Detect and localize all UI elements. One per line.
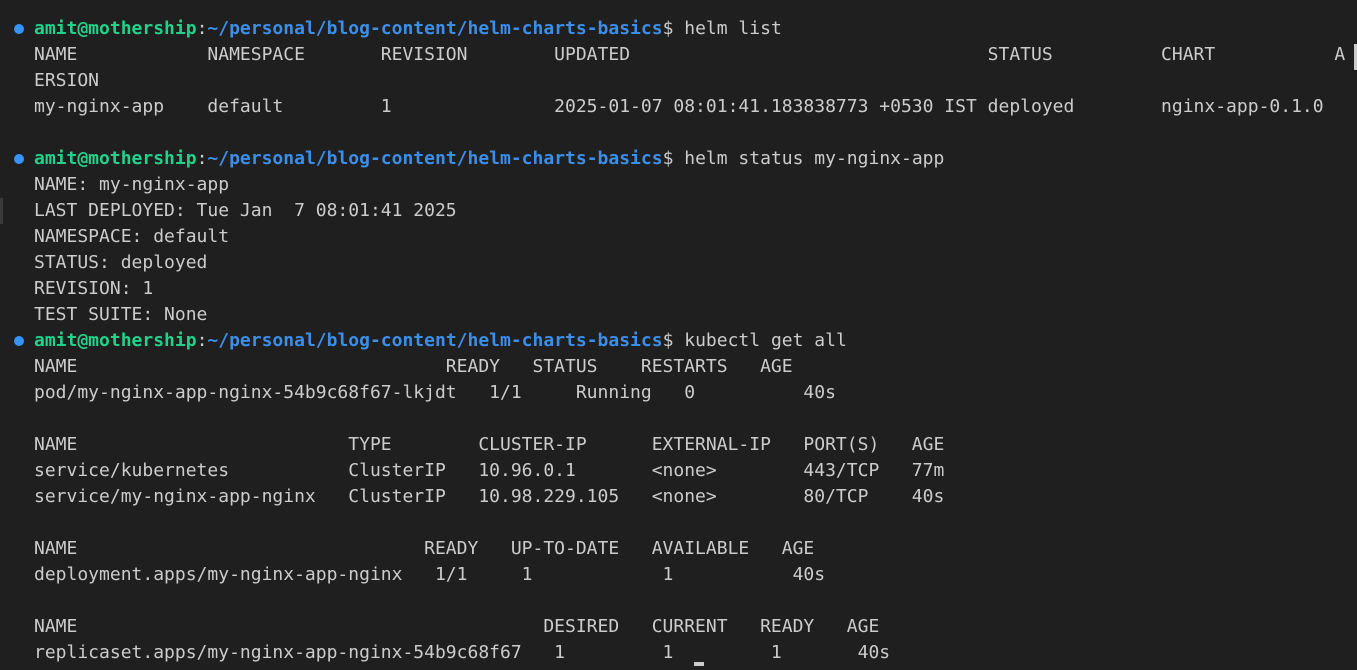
- prompt-path: ~/personal/blog-content/helm-charts-basi…: [207, 18, 663, 39]
- output-line: TEST SUITE: None: [0, 302, 1357, 328]
- gutter-marker: [0, 198, 3, 224]
- output-text: ERSION: [34, 70, 100, 91]
- output-line: NAME READY UP-TO-DATE AVAILABLE AGE: [0, 536, 1357, 562]
- output-line: NAME READY STATUS RESTARTS AGE: [0, 354, 1357, 380]
- output-line: NAME: my-nginx-app: [0, 172, 1357, 198]
- output-line: LAST DEPLOYED: Tue Jan 7 08:01:41 2025: [0, 198, 1357, 224]
- command-text: helm status my-nginx-app: [684, 148, 945, 169]
- prompt-path: ~/personal/blog-content/helm-charts-basi…: [207, 148, 663, 169]
- prompt-separator: :: [196, 330, 208, 351]
- prompt-separator: :: [196, 18, 208, 39]
- output-text: LAST DEPLOYED: Tue Jan 7 08:01:41 2025: [34, 200, 457, 221]
- output-text: REVISION: 1: [34, 278, 154, 299]
- output-text: pod/my-nginx-app-nginx-54b9c68f67-lkjdt …: [34, 382, 836, 403]
- output-line: replicaset.apps/my-nginx-app-nginx-54b9c…: [0, 640, 1357, 666]
- output-text: TEST SUITE: None: [34, 304, 208, 325]
- prompt-line: amit@mothership:~/personal/blog-content/…: [0, 146, 1357, 172]
- prompt-path: ~/personal/blog-content/helm-charts-basi…: [207, 330, 663, 351]
- prompt-line: amit@mothership:~/personal/blog-content/…: [0, 16, 1357, 42]
- prompt-user-host: amit@mothership: [34, 330, 197, 351]
- prompt-symbol: $: [662, 18, 685, 39]
- terminal-output[interactable]: amit@mothership:~/personal/blog-content/…: [0, 16, 1357, 666]
- prompt-user-host: amit@mothership: [34, 148, 197, 169]
- output-text: NAME READY STATUS RESTARTS AGE: [34, 356, 793, 377]
- prompt-user-host: amit@mothership: [34, 18, 197, 39]
- output-text: NAME TYPE CLUSTER-IP EXTERNAL-IP PORT(S)…: [34, 434, 945, 455]
- output-line: REVISION: 1: [0, 276, 1357, 302]
- output-text: STATUS: deployed: [34, 252, 208, 273]
- prompt-symbol: $: [662, 148, 685, 169]
- command-text: helm list: [684, 18, 782, 39]
- output-line: pod/my-nginx-app-nginx-54b9c68f67-lkjdt …: [0, 380, 1357, 406]
- output-line: NAMESPACE: default: [0, 224, 1357, 250]
- prompt-symbol: $: [662, 330, 685, 351]
- output-text: NAMESPACE: default: [34, 226, 230, 247]
- command-status-dot-icon[interactable]: [14, 24, 24, 34]
- command-status-dot-icon[interactable]: [14, 154, 24, 164]
- output-text: NAME: my-nginx-app: [34, 174, 230, 195]
- output-line: ERSION: [0, 68, 1357, 94]
- prompt-line: amit@mothership:~/personal/blog-content/…: [0, 328, 1357, 354]
- output-text: NAME NAMESPACE REVISION UPDATED STATUS C…: [34, 44, 1346, 65]
- output-text: service/my-nginx-app-nginx ClusterIP 10.…: [34, 486, 945, 507]
- output-text: service/kubernetes ClusterIP 10.96.0.1 <…: [34, 460, 945, 481]
- output-line: NAME NAMESPACE REVISION UPDATED STATUS C…: [0, 42, 1357, 68]
- output-line: deployment.apps/my-nginx-app-nginx 1/1 1…: [0, 562, 1357, 588]
- output-line: NAME DESIRED CURRENT READY AGE: [0, 614, 1357, 640]
- terminal-cursor: [694, 662, 704, 666]
- output-line: STATUS: deployed: [0, 250, 1357, 276]
- output-line: service/kubernetes ClusterIP 10.96.0.1 <…: [0, 458, 1357, 484]
- output-text: deployment.apps/my-nginx-app-nginx 1/1 1…: [34, 564, 826, 585]
- output-line: my-nginx-app default 1 2025-01-07 08:01:…: [0, 94, 1357, 120]
- output-line: service/my-nginx-app-nginx ClusterIP 10.…: [0, 484, 1357, 510]
- output-text: replicaset.apps/my-nginx-app-nginx-54b9c…: [34, 642, 891, 663]
- output-text: my-nginx-app default 1 2025-01-07 08:01:…: [34, 96, 1324, 117]
- output-text: NAME READY UP-TO-DATE AVAILABLE AGE: [34, 538, 815, 559]
- output-line: NAME TYPE CLUSTER-IP EXTERNAL-IP PORT(S)…: [0, 432, 1357, 458]
- command-status-dot-icon[interactable]: [14, 336, 24, 346]
- prompt-separator: :: [196, 148, 208, 169]
- command-text: kubectl get all: [684, 330, 847, 351]
- output-text: NAME DESIRED CURRENT READY AGE: [34, 616, 880, 637]
